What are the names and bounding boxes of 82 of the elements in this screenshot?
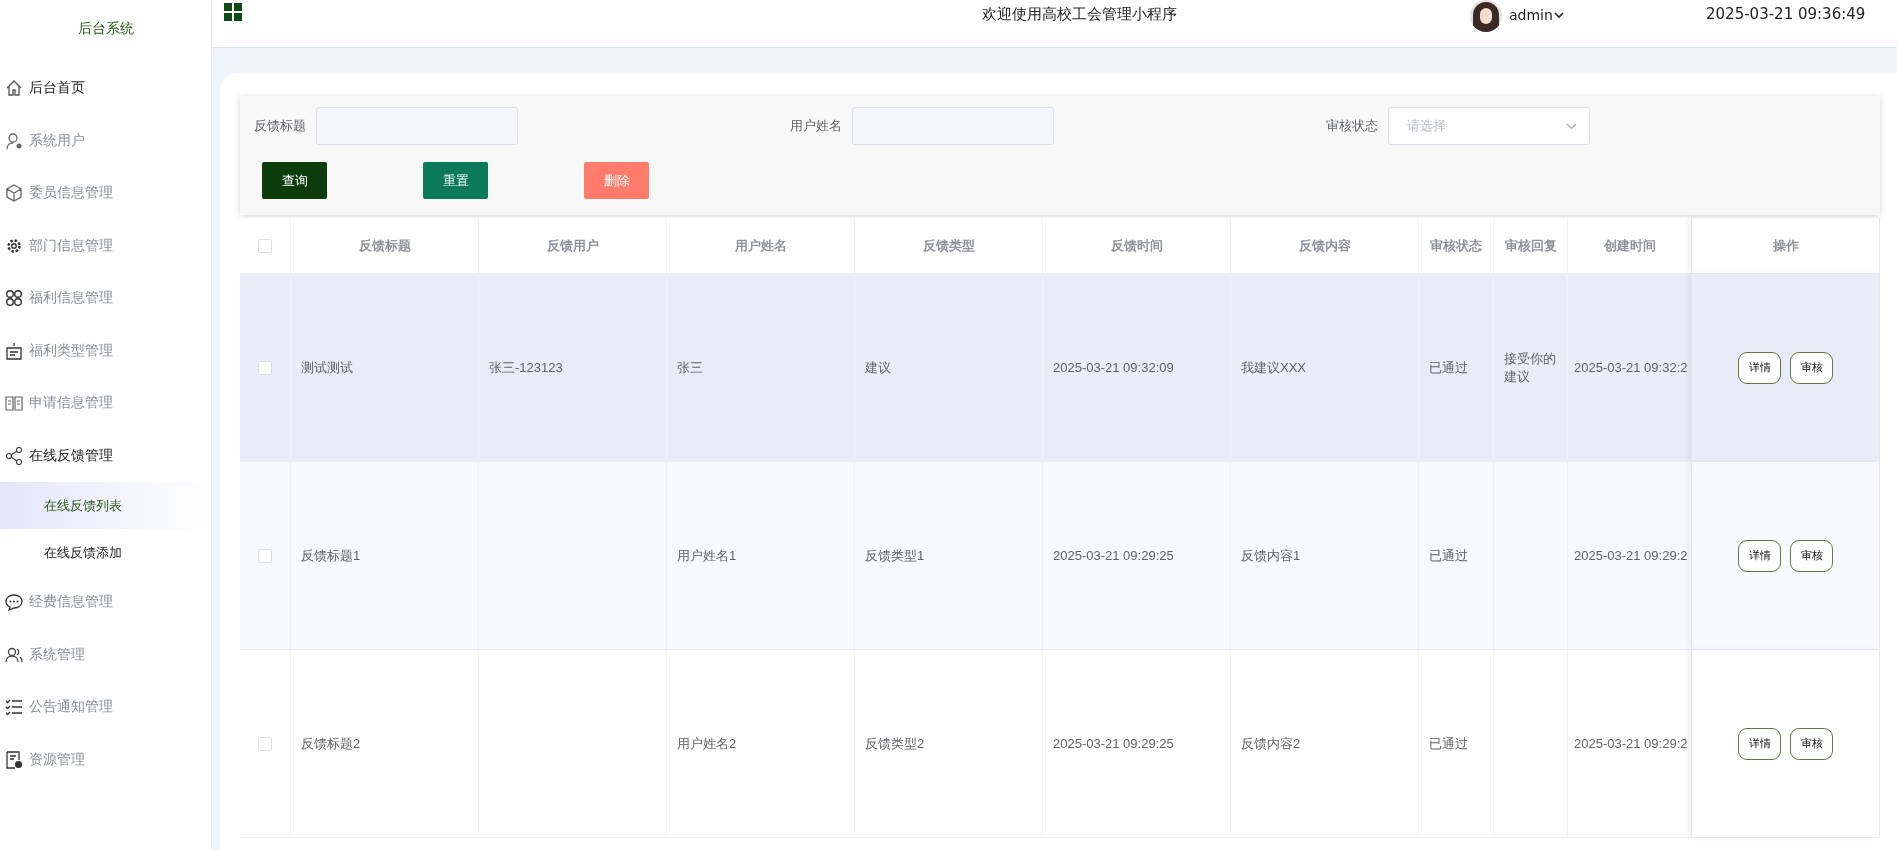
chat-icon: [5, 593, 23, 612]
table-cell: 已通过: [1429, 358, 1468, 377]
table-cell: 用户姓名1: [677, 546, 737, 565]
user-icon: [5, 131, 23, 150]
avatar-icon[interactable]: [1470, 0, 1502, 32]
search-button[interactable]: 查询: [262, 162, 327, 199]
field-label: 用户姓名: [790, 117, 842, 135]
detail-button[interactable]: 详情: [1738, 351, 1781, 384]
sidebar-subitem[interactable]: 在线反馈添加: [0, 529, 211, 576]
field-label: 反馈标题: [254, 117, 306, 135]
sidebar-item[interactable]: 系统管理: [0, 628, 211, 681]
table-cell: 2025-03-21 09:32:2: [1574, 360, 1688, 375]
table-cell: 测试测试: [301, 358, 353, 377]
table-cell: 建议: [865, 358, 891, 377]
table-cell: 反馈内容1: [1241, 546, 1301, 565]
sidebar-item[interactable]: 福利类型管理: [0, 324, 211, 377]
sidebar-item[interactable]: 后台首页: [0, 62, 211, 115]
document-icon: [5, 750, 23, 769]
checkbox[interactable]: [258, 548, 272, 563]
detail-button[interactable]: 详情: [1738, 539, 1781, 572]
checkbox[interactable]: [258, 736, 272, 751]
sidebar-item[interactable]: 经费信息管理: [0, 576, 211, 629]
table-cell: 2025-03-21 09:29:2: [1574, 736, 1688, 751]
table-cell: 2025-03-21 09:29:25: [1053, 736, 1174, 751]
column-header: 审核回复: [1494, 218, 1568, 273]
caret-icon[interactable]: [1554, 12, 1564, 19]
sidebar-item[interactable]: 福利信息管理: [0, 272, 211, 325]
table-cell: 张三-123123: [489, 358, 563, 377]
grid-icon: [5, 289, 23, 308]
sidebar-item[interactable]: 部门信息管理: [0, 219, 211, 272]
column-header: 反馈时间: [1043, 218, 1231, 273]
share-icon: [5, 446, 23, 465]
cube-icon: [5, 184, 23, 203]
column-header: 反馈用户: [479, 218, 667, 273]
checkbox[interactable]: [258, 360, 272, 375]
column-header: 审核状态: [1419, 218, 1494, 273]
review-button[interactable]: 审核: [1790, 351, 1833, 384]
table-cell: 用户姓名2: [677, 734, 737, 753]
field-label: 审核状态: [1326, 117, 1378, 135]
table-cell: 张三: [677, 358, 703, 377]
input-field[interactable]: [316, 107, 518, 145]
book-icon: [5, 394, 23, 413]
table-cell: 反馈类型1: [865, 546, 925, 565]
detail-button[interactable]: 详情: [1738, 727, 1781, 760]
column-header: 反馈内容: [1231, 218, 1419, 273]
table-cell: 反馈标题1: [301, 546, 361, 565]
gear-icon: [5, 236, 23, 255]
column-header: 用户姓名: [667, 218, 855, 273]
input-field[interactable]: [852, 107, 1054, 145]
table-cell: 2025-03-21 09:32:09: [1053, 360, 1174, 375]
home-icon: [5, 79, 23, 98]
sidebar-item[interactable]: 公告通知管理: [0, 681, 211, 734]
sidebar-item[interactable]: 资源管理: [0, 733, 211, 786]
table-cell: 反馈类型2: [865, 734, 925, 753]
datetime: 2025-03-21 09:36:49: [1706, 5, 1866, 23]
menu-icon[interactable]: [224, 3, 242, 21]
sidebar-item[interactable]: 在线反馈管理: [0, 429, 211, 482]
users-icon: [5, 645, 23, 664]
reset-button[interactable]: 重置: [423, 162, 488, 199]
review-button[interactable]: 审核: [1790, 539, 1833, 572]
table-cell: 2025-03-21 09:29:25: [1053, 548, 1174, 563]
table-cell: 2025-03-21 09:29:2: [1574, 548, 1688, 563]
user-menu[interactable]: admin: [1509, 7, 1553, 23]
checkbox[interactable]: [258, 238, 272, 253]
column-header: 操作: [1692, 218, 1880, 273]
table-cell: 反馈内容2: [1241, 734, 1301, 753]
chevron-icon: [1566, 122, 1577, 130]
sidebar-item[interactable]: 申请信息管理: [0, 377, 211, 430]
sign-icon: [5, 341, 23, 360]
sidebar-item[interactable]: 委员信息管理: [0, 167, 211, 220]
table-cell: 反馈标题2: [301, 734, 361, 753]
column-header: 反馈标题: [291, 218, 479, 273]
review-button[interactable]: 审核: [1790, 727, 1833, 760]
table-cell: 已通过: [1429, 734, 1468, 753]
sidebar-item[interactable]: 系统用户: [0, 114, 211, 167]
list-icon: [5, 698, 23, 717]
table-cell: 已通过: [1429, 546, 1468, 565]
table-cell: 我建议XXX: [1241, 358, 1306, 377]
app-title: 欢迎使用高校工会管理小程序: [982, 5, 1177, 24]
table-cell: 接受你的建议: [1504, 349, 1557, 386]
sidebar-title: 后台系统: [76, 19, 135, 38]
column-header: 反馈类型: [855, 218, 1043, 273]
